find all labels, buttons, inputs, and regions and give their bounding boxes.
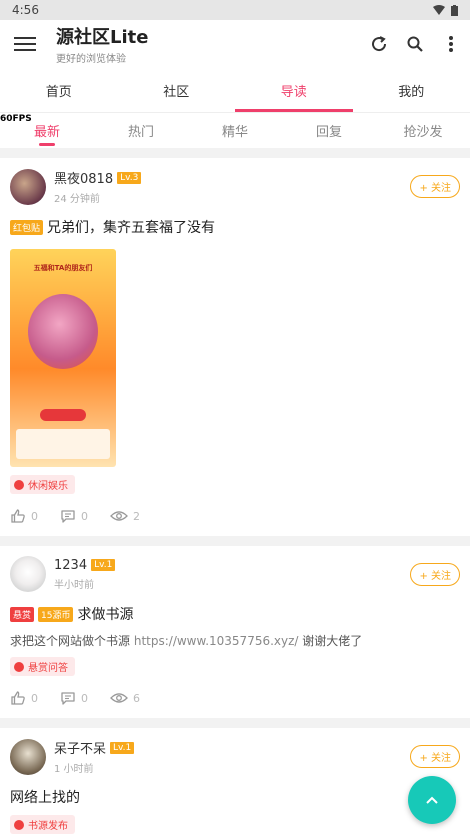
level-badge: Lv.1 xyxy=(110,741,135,754)
search-icon[interactable] xyxy=(404,33,426,55)
post-title[interactable]: 求做书源 xyxy=(77,604,133,624)
post-description[interactable]: 求把这个网站做个书源 https://www.10357756.xyz/ 谢谢大… xyxy=(10,632,460,649)
wifi-icon xyxy=(433,5,445,15)
like-button[interactable]: 0 xyxy=(10,508,38,524)
subtab-essence[interactable]: 精华 xyxy=(188,113,282,148)
post-image[interactable]: 五福和TA的朋友们 xyxy=(10,249,116,467)
category-tag[interactable]: 书源发布 xyxy=(10,815,75,834)
post-card[interactable]: 呆子不呆 Lv.1 1 小时前 + 关注 网络上找的 书源发布 xyxy=(0,728,470,837)
app-bar: 源社区Lite 更好的浏览体验 xyxy=(0,20,470,68)
username[interactable]: 黑夜0818 xyxy=(54,168,113,187)
tab-home[interactable]: 首页 xyxy=(0,68,118,112)
post-card[interactable]: 1234 Lv.1 半小时前 + 关注 悬赏 15源币 求做书源 求把这个网站做… xyxy=(0,546,470,718)
subtab-replies[interactable]: 回复 xyxy=(282,113,376,148)
bounty-tag: 悬赏 xyxy=(10,606,35,622)
battery-icon xyxy=(451,4,458,16)
chevron-up-icon xyxy=(426,796,438,804)
more-icon[interactable] xyxy=(440,33,462,55)
post-link[interactable]: https://www.10357756.xyz/ xyxy=(134,634,299,648)
thumbs-up-icon xyxy=(11,691,25,705)
status-time: 4:56 xyxy=(12,3,39,17)
post-time: 半小时前 xyxy=(54,579,94,591)
app-subtitle: 更好的浏览体验 xyxy=(56,54,126,65)
app-title: 源社区Lite xyxy=(56,27,149,48)
post-time: 24 分钟前 xyxy=(54,194,100,205)
post-title[interactable]: 兄弟们，集齐五套福了没有 xyxy=(47,217,215,237)
status-icons xyxy=(433,4,458,16)
post-time: 1 小时前 xyxy=(54,764,94,775)
tab-guide[interactable]: 导读 xyxy=(235,68,353,112)
image-caption: 五福和TA的朋友们 xyxy=(33,264,93,272)
red-envelope-tag: 红包贴 xyxy=(10,219,44,235)
views-count: 2 xyxy=(110,508,140,524)
avatar[interactable] xyxy=(10,168,46,205)
subtab-hot[interactable]: 热门 xyxy=(94,113,188,148)
subtab-sofa[interactable]: 抢沙发 xyxy=(376,113,470,148)
like-button[interactable]: 0 xyxy=(10,690,38,706)
subtab-latest[interactable]: 最新 xyxy=(0,113,94,148)
coin-tag: 15源币 xyxy=(38,606,74,622)
views-count: 6 xyxy=(110,690,140,706)
image-illustration xyxy=(28,294,98,369)
refresh-icon[interactable] xyxy=(368,33,390,55)
comment-icon xyxy=(61,510,75,523)
comment-icon xyxy=(61,692,75,705)
avatar[interactable] xyxy=(10,556,46,592)
thumbs-up-icon xyxy=(11,509,25,523)
post-card[interactable]: 黑夜0818 Lv.3 24 分钟前 + 关注 红包贴 兄弟们，集齐五套福了没有… xyxy=(0,158,470,536)
category-tag[interactable]: 悬赏问答 xyxy=(10,657,75,676)
post-title[interactable]: 网络上找的 xyxy=(10,787,80,807)
follow-button[interactable]: + 关注 xyxy=(410,175,460,198)
main-tabs: 首页 社区 导读 我的 xyxy=(0,68,470,112)
follow-button[interactable]: + 关注 xyxy=(410,562,460,586)
tab-mine[interactable]: 我的 xyxy=(353,68,470,112)
comment-button[interactable]: 0 xyxy=(60,508,88,524)
username[interactable]: 1234 xyxy=(54,558,87,573)
level-badge: Lv.3 xyxy=(117,171,142,184)
scroll-to-top-button[interactable] xyxy=(408,776,456,824)
avatar[interactable] xyxy=(10,738,46,775)
eye-icon xyxy=(110,511,128,521)
status-bar: 4:56 xyxy=(0,0,470,20)
username[interactable]: 呆子不呆 xyxy=(54,738,106,757)
category-tag[interactable]: 休闲娱乐 xyxy=(10,475,75,494)
menu-icon[interactable] xyxy=(14,33,36,55)
image-panel xyxy=(16,429,110,459)
eye-icon xyxy=(110,693,128,703)
tab-community[interactable]: 社区 xyxy=(118,68,236,112)
comment-button[interactable]: 0 xyxy=(60,690,88,706)
image-button xyxy=(40,409,86,421)
follow-button[interactable]: + 关注 xyxy=(410,745,460,768)
level-badge: Lv.1 xyxy=(91,559,116,571)
sub-tabs: 60FPS 最新 热门 精华 回复 抢沙发 xyxy=(0,112,470,148)
